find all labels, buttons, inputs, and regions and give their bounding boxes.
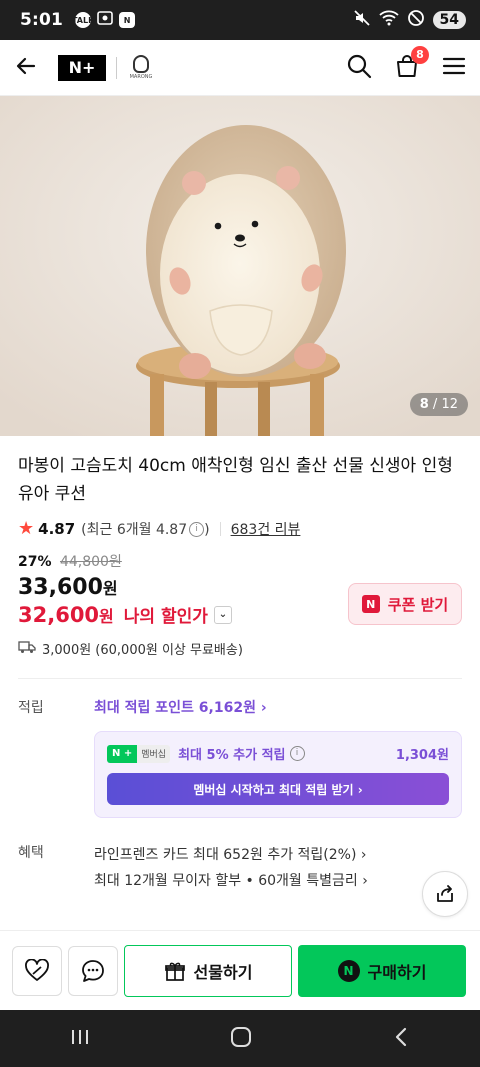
info-icon[interactable]: i (189, 522, 205, 537)
share-icon (437, 885, 453, 902)
buy-label: 구매하기 (367, 962, 427, 982)
my-price-unit: 원 (99, 606, 114, 626)
brand-logo[interactable]: MARONG (127, 53, 155, 83)
product-title: 마봉이 고슴도치 40cm 애착인형 임신 출산 선물 신생아 인형 유아 쿠션 (18, 456, 453, 504)
system-back-icon[interactable] (391, 1026, 411, 1052)
recent-rating: (최근 6개월 4.87 i) (81, 519, 209, 539)
installment-benefit-link[interactable]: 최대 12개월 무이자 할부 • 60개월 특별금리 › (94, 868, 368, 894)
coupon-label: 쿠폰 받기 (387, 595, 449, 614)
chevron-down-icon[interactable]: ⌄ (213, 605, 232, 624)
status-notification-icons: TALK N (72, 10, 136, 30)
mute-icon (353, 9, 371, 31)
inquiry-button[interactable] (68, 945, 118, 996)
benefits-row: 혜택 라인프렌즈 카드 최대 652원 추가 적립(2%) › 최대 12개월 … (18, 842, 462, 894)
screenshot-icon (97, 10, 113, 30)
image-counter-total: 12 (441, 397, 458, 412)
system-navigation-bar (0, 1010, 480, 1067)
heart-icon (25, 958, 49, 981)
menu-icon[interactable] (442, 54, 466, 82)
image-counter-current: 8 (419, 397, 429, 412)
brand-logo-mark (133, 55, 149, 73)
rating-score: 4.87 (38, 519, 76, 538)
cart-button[interactable]: 8 (394, 45, 429, 83)
sale-price-unit: 원 (102, 579, 118, 598)
sale-price-value: 33,600 (18, 575, 103, 600)
badge-membership: 멤버십 (137, 744, 171, 763)
recent-apps-icon[interactable] (69, 1027, 91, 1051)
rating-divider (219, 521, 221, 536)
cart-count-badge: 8 (411, 45, 429, 64)
info-icon[interactable]: i (289, 746, 305, 761)
badge-np: N + (107, 744, 138, 763)
card-benefit-link[interactable]: 라인프렌즈 카드 최대 652원 추가 적립(2%) › (94, 842, 368, 868)
review-count-link[interactable]: 683건 리뷰 (231, 519, 301, 539)
recent-rating-text: (최근 6개월 4.87 (81, 521, 188, 538)
brand-logo-text: MARONG (129, 74, 153, 80)
extra-points-text: 최대 5% 추가 적립 (178, 748, 286, 763)
my-price-value: 32,600 (18, 602, 100, 627)
shipping-text: 3,000원 (60,000원 이상 무료배송) (42, 643, 243, 658)
membership-box: N + 멤버십 최대 5% 추가 적립 i 1,304원 멤버십 시작하고 최대… (94, 731, 462, 818)
product-info: 마봉이 고슴도치 40cm 애착인형 임신 출산 선물 신생아 인형 유아 쿠션… (0, 436, 480, 894)
original-price: 44,800원 (59, 554, 122, 570)
buy-button[interactable]: N 구매하기 (298, 944, 466, 997)
points-label: 적립 (18, 700, 44, 716)
recent-rating-close: ) (204, 521, 210, 538)
membership-summary: N + 멤버십 최대 5% 추가 적립 i 1,304원 (107, 744, 449, 763)
search-icon[interactable] (346, 53, 372, 83)
image-counter: 8 / 12 (409, 393, 468, 416)
home-icon[interactable] (230, 1026, 252, 1052)
product-image-carousel[interactable]: 8 / 12 (0, 96, 480, 436)
hedgehog-plush-photo (0, 96, 480, 436)
talk-icon: TALK (72, 12, 94, 28)
do-not-disturb-icon (407, 9, 425, 31)
image-counter-separator: / (428, 397, 442, 412)
gift-label: 선물하기 (193, 962, 253, 982)
status-bar: 5:01 TALK N 54 (0, 0, 480, 40)
rating-row: ★ 4.87 (최근 6개월 4.87 i) 683건 리뷰 (18, 518, 462, 539)
wifi-icon (378, 10, 399, 30)
star-icon: ★ (18, 518, 35, 539)
chat-bubble-icon (82, 959, 104, 982)
max-points-link[interactable]: 최대 적립 포인트 6,162원 › (94, 697, 267, 717)
shipping-info: 3,000원 (60,000원 이상 무료배송) (18, 639, 462, 658)
extra-points-value: 1,304원 (395, 748, 449, 763)
discount-rate: 27% (18, 554, 52, 570)
discount-line: 27% 44,800원 (18, 551, 462, 571)
battery-level: 54 (432, 11, 466, 29)
naver-pay-icon: N (337, 959, 360, 982)
membership-start-button[interactable]: 멤버십 시작하고 최대 적립 받기 › (107, 773, 449, 805)
naver-plus-logo[interactable]: N+ (58, 54, 106, 81)
my-price-label: 나의 할인가 (123, 607, 208, 627)
gift-icon (164, 962, 185, 981)
gift-button[interactable]: 선물하기 (124, 944, 292, 997)
share-button[interactable] (422, 871, 468, 917)
section-divider (18, 678, 462, 679)
coupon-button[interactable]: N 쿠폰 받기 (348, 583, 462, 625)
price-area: 27% 44,800원 33,600원 32,600 원 나의 할인가 ⌄ N 쿠… (18, 551, 462, 627)
app-bar: N+ MARONG 8 (0, 40, 480, 96)
benefits-label: 혜택 (18, 845, 44, 861)
benefits-list: 라인프렌즈 카드 최대 652원 추가 적립(2%) › 최대 12개월 무이자… (94, 842, 368, 894)
bottom-action-bar: 선물하기 N 구매하기 (0, 930, 480, 1010)
back-arrow-icon[interactable] (14, 54, 38, 82)
logo-divider (116, 56, 117, 79)
wishlist-button[interactable] (12, 945, 62, 996)
truck-icon (18, 640, 36, 658)
naver-app-icon: N (119, 12, 136, 28)
points-row: 적립 최대 적립 포인트 6,162원 › (18, 697, 462, 717)
status-time: 5:01 (20, 10, 64, 30)
naver-n-icon: N (361, 595, 380, 613)
naver-plus-membership-badge: N + 멤버십 (107, 744, 171, 763)
